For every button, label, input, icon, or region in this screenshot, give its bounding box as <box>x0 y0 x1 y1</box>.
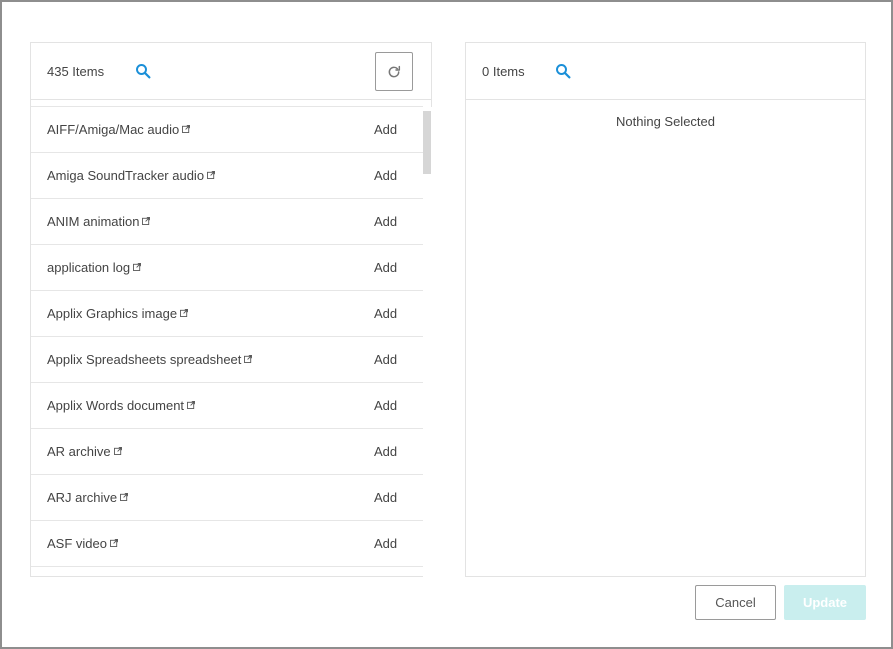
item-label[interactable]: ARJ archive <box>47 490 129 505</box>
item-label-text: Applix Spreadsheets spreadsheet <box>47 352 242 367</box>
item-label-text: Applix Graphics image <box>47 306 178 321</box>
cancel-button[interactable]: Cancel <box>695 585 776 620</box>
list-item: Amiga SoundTracker audio Add <box>31 153 423 199</box>
selected-count: 0 Items <box>482 64 525 79</box>
external-link-icon[interactable] <box>133 263 142 271</box>
add-button[interactable]: Add <box>374 168 397 183</box>
list-item: ARJ archive Add <box>31 475 423 521</box>
add-button[interactable]: Add <box>374 306 397 321</box>
item-label[interactable]: Applix Words document <box>47 398 196 413</box>
item-label-text: application log <box>47 260 131 275</box>
external-link-icon[interactable] <box>187 401 196 409</box>
selected-items-header: 0 Items <box>466 43 865 100</box>
external-link-icon[interactable] <box>180 309 189 317</box>
item-label-text: Applix Words document <box>47 398 185 413</box>
external-link-icon[interactable] <box>244 355 253 363</box>
search-icon[interactable] <box>134 62 152 80</box>
available-items-list: AIFF/Amiga/Mac audio Add Amiga SoundTracke… <box>31 107 423 577</box>
external-link-icon[interactable] <box>207 171 216 179</box>
list-item: Applix Spreadsheets spreadsheet Add <box>31 337 423 383</box>
add-button[interactable]: Add <box>374 444 397 459</box>
list-item: Applix Words document Add <box>31 383 423 429</box>
external-link-icon[interactable] <box>120 493 129 501</box>
available-items-header: 435 Items <box>31 43 431 100</box>
add-button[interactable]: Add <box>374 490 397 505</box>
available-items-panel: 435 Items AIFF/Amiga/Mac audio Add Amiga S… <box>30 42 432 577</box>
external-link-icon[interactable] <box>182 125 191 133</box>
item-label-text: AIFF/Amiga/Mac audio <box>47 122 180 137</box>
available-count: 435 Items <box>47 64 105 79</box>
list-item: ASF video Add <box>31 521 423 567</box>
list-item: application log Add <box>31 245 423 291</box>
item-label[interactable]: ASF video <box>47 536 118 551</box>
scrollbar-thumb[interactable] <box>423 111 431 174</box>
add-button[interactable]: Add <box>374 398 397 413</box>
add-button[interactable]: Add <box>374 536 397 551</box>
empty-selection-message: Nothing Selected <box>615 114 715 129</box>
list-item: AR archive Add <box>31 429 423 475</box>
item-label-text: Amiga SoundTracker audio <box>47 168 205 183</box>
item-label-text: ARJ archive <box>47 490 118 505</box>
search-icon[interactable] <box>554 62 572 80</box>
item-label[interactable]: AR archive <box>47 444 122 459</box>
item-label-text: ANIM animation <box>47 214 140 229</box>
external-link-icon[interactable] <box>142 217 151 225</box>
item-label[interactable]: Applix Graphics image <box>47 306 189 321</box>
item-label[interactable]: ANIM animation <box>47 214 151 229</box>
add-button[interactable]: Add <box>374 260 397 275</box>
external-link-icon[interactable] <box>113 447 122 455</box>
refresh-icon <box>388 65 401 77</box>
list-item: Applix Graphics image Add <box>31 291 423 337</box>
update-button[interactable]: Update <box>784 585 866 620</box>
add-button[interactable]: Add <box>374 122 397 137</box>
item-label[interactable]: Applix Spreadsheets spreadsheet <box>47 352 253 367</box>
refresh-button[interactable] <box>375 52 413 91</box>
external-link-icon[interactable] <box>110 539 118 547</box>
selected-items-panel: 0 Items Nothing Selected <box>465 42 866 577</box>
add-button[interactable]: Add <box>374 214 397 229</box>
dialog: 435 Items AIFF/Amiga/Mac audio Add Amiga S… <box>0 0 893 649</box>
item-label[interactable]: AIFF/Amiga/Mac audio <box>47 122 191 137</box>
item-label[interactable]: application log <box>47 260 142 275</box>
list-item: AIFF/Amiga/Mac audio Add <box>31 107 423 153</box>
list-top-edge <box>31 100 423 107</box>
item-label[interactable]: Amiga SoundTracker audio <box>47 168 216 183</box>
list-item: ANIM animation Add <box>31 199 423 245</box>
add-button[interactable]: Add <box>374 352 397 367</box>
scrollbar[interactable] <box>423 107 432 577</box>
item-label-text: ASF video <box>47 536 107 551</box>
item-label-text: AR archive <box>47 444 111 459</box>
